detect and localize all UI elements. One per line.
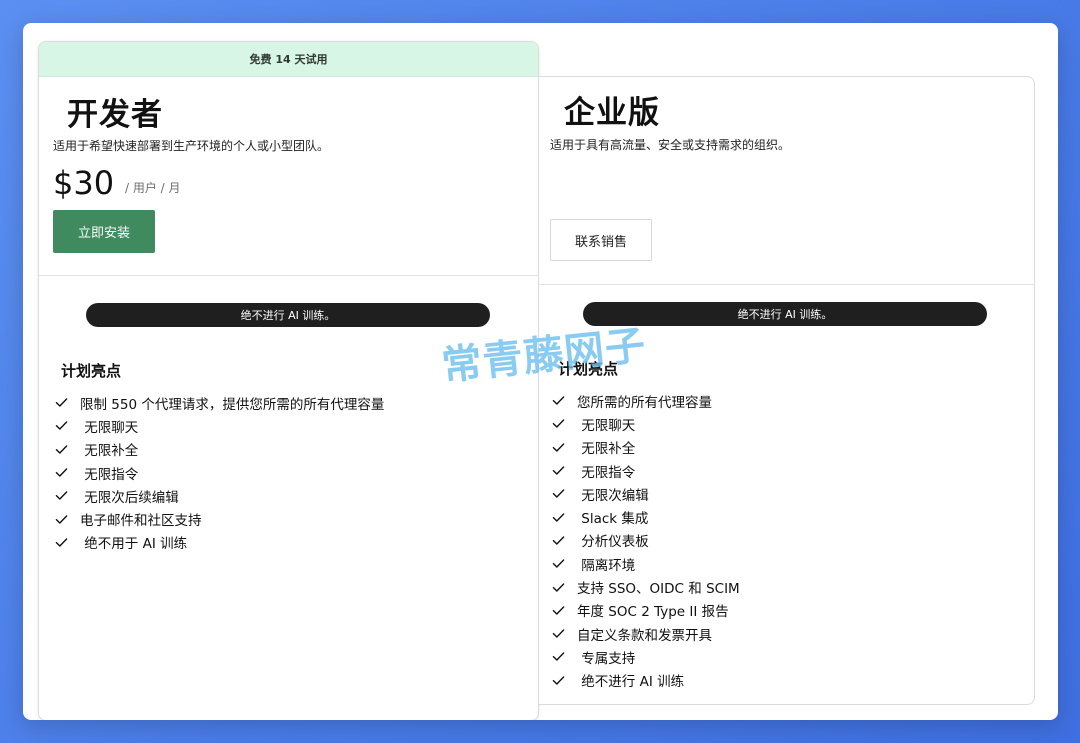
feature-list: 限制 550 个代理请求，提供您所需的所有代理容量 无限聊天 无限补全 无限指令… <box>55 391 384 554</box>
check-icon <box>552 466 565 475</box>
check-icon <box>55 398 68 407</box>
feature-item: 无限次后续编辑 <box>55 484 384 507</box>
contact-sales-button[interactable]: 联系销售 <box>550 219 652 261</box>
divider <box>539 284 1034 285</box>
feature-item: 自定义条款和发票开具 <box>552 622 740 645</box>
check-icon <box>552 443 565 452</box>
highlights-title: 计划亮点 <box>61 362 122 380</box>
feature-label: 绝不进行 AI 训练 <box>577 674 685 691</box>
feature-label: 自定义条款和发票开具 <box>577 627 712 644</box>
feature-list: 您所需的所有代理容量 无限聊天 无限补全 无限指令 无限次编辑 Slack 集成… <box>552 389 740 692</box>
divider <box>39 275 538 276</box>
feature-item: 您所需的所有代理容量 <box>552 389 740 412</box>
plan-name: 开发者 <box>67 97 163 133</box>
feature-label: 无限指令 <box>80 466 139 483</box>
install-now-button[interactable]: 立即安装 <box>53 210 155 253</box>
check-icon <box>552 559 565 568</box>
feature-label: 您所需的所有代理容量 <box>577 394 712 411</box>
feature-item: 无限补全 <box>55 438 384 461</box>
check-icon <box>55 445 68 454</box>
enterprise-plan-card: 企业版 适用于具有高流量、安全或支持需求的组织。 联系销售 绝不进行 AI 训练… <box>539 76 1035 705</box>
feature-label: 无限指令 <box>577 464 636 481</box>
check-icon <box>552 675 565 685</box>
feature-label: 电子邮件和社区支持 <box>80 513 202 530</box>
feature-label: 无限聊天 <box>577 417 636 434</box>
trial-badge: 免费 14 天试用 <box>39 42 538 77</box>
check-icon <box>552 629 565 638</box>
feature-label: 无限补全 <box>577 441 636 458</box>
check-icon <box>552 606 565 615</box>
plan-name: 企业版 <box>564 95 660 131</box>
feature-item: 无限指令 <box>55 461 384 484</box>
feature-label: 隔离环境 <box>577 557 636 574</box>
feature-item: 年度 SOC 2 Type II 报告 <box>552 599 740 622</box>
check-icon <box>552 652 565 662</box>
feature-label: 分析仪表板 <box>577 534 649 551</box>
feature-item: 无限聊天 <box>55 414 384 437</box>
check-icon <box>55 468 68 477</box>
feature-item: 隔离环境 <box>552 552 740 575</box>
pricing-panel: 免费 14 天试用 开发者 适用于希望快速部署到生产环境的个人或小型团队。 $3… <box>23 23 1058 720</box>
check-icon <box>552 582 565 592</box>
feature-label: 绝不用于 AI 训练 <box>80 536 188 553</box>
feature-label: 无限聊天 <box>80 419 139 436</box>
check-icon <box>552 512 565 522</box>
check-icon <box>55 421 68 431</box>
no-ai-training-badge: 绝不进行 AI 训练。 <box>583 302 987 326</box>
feature-label: 无限次后续编辑 <box>80 489 179 506</box>
check-icon <box>552 396 565 405</box>
feature-item: 电子邮件和社区支持 <box>55 507 384 530</box>
feature-item: 绝不用于 AI 训练 <box>55 531 384 554</box>
no-ai-training-badge: 绝不进行 AI 训练。 <box>86 303 490 327</box>
feature-label: 无限次编辑 <box>577 487 649 504</box>
feature-item: 无限指令 <box>552 459 740 482</box>
check-icon <box>55 514 68 524</box>
feature-item: 限制 550 个代理请求，提供您所需的所有代理容量 <box>55 391 384 414</box>
feature-label: 年度 SOC 2 Type II 报告 <box>577 604 729 621</box>
feature-label: Slack 集成 <box>577 511 649 528</box>
plan-price: $30 <box>53 164 115 202</box>
price-unit: / 用户 / 月 <box>125 181 181 195</box>
plan-description: 适用于具有高流量、安全或支持需求的组织。 <box>550 138 791 152</box>
check-icon <box>552 536 565 545</box>
feature-item: 专属支持 <box>552 645 740 668</box>
feature-item: 无限聊天 <box>552 412 740 435</box>
plan-description: 适用于希望快速部署到生产环境的个人或小型团队。 <box>53 139 330 153</box>
feature-label: 无限补全 <box>80 443 139 460</box>
feature-item: 绝不进行 AI 训练 <box>552 669 740 692</box>
feature-label: 支持 SSO、OIDC 和 SCIM <box>577 581 740 598</box>
check-icon <box>552 419 565 429</box>
feature-item: 支持 SSO、OIDC 和 SCIM <box>552 575 740 598</box>
check-icon <box>552 489 565 499</box>
feature-item: 无限次编辑 <box>552 482 740 505</box>
feature-item: 分析仪表板 <box>552 529 740 552</box>
feature-label: 限制 550 个代理请求，提供您所需的所有代理容量 <box>80 396 385 413</box>
feature-item: Slack 集成 <box>552 505 740 528</box>
feature-label: 专属支持 <box>577 650 636 667</box>
check-icon <box>55 538 68 547</box>
feature-item: 无限补全 <box>552 436 740 459</box>
check-icon <box>55 491 68 501</box>
